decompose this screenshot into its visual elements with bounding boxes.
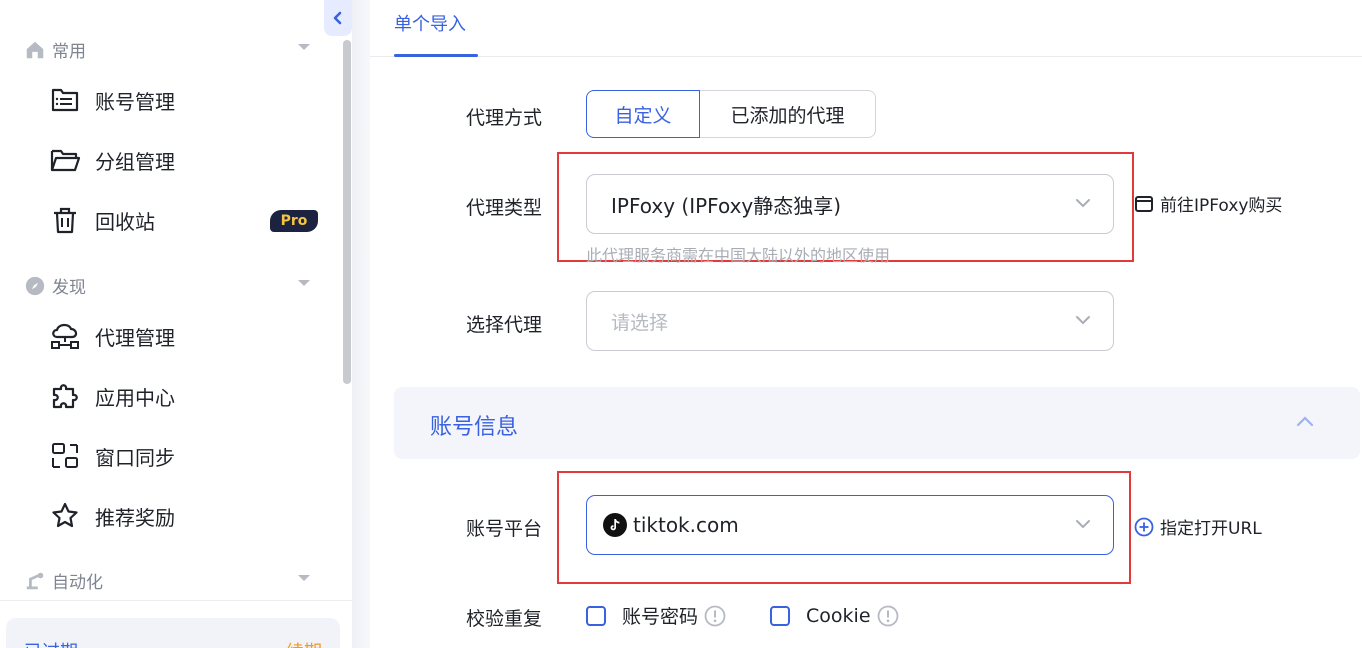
external-link-icon bbox=[1134, 195, 1154, 213]
proxy-mode-label: 代理方式 bbox=[466, 107, 543, 129]
dedupe-label: 校验重复 bbox=[466, 608, 543, 630]
platform-label: 账号平台 bbox=[466, 518, 543, 540]
collapse-sidebar-button[interactable] bbox=[324, 0, 352, 36]
caret-down-icon bbox=[298, 44, 310, 50]
sidebar-gutter bbox=[352, 0, 370, 648]
chevron-up-icon bbox=[1296, 416, 1314, 427]
proxy-type-value: IPFoxy (IPFoxy静态独享) bbox=[611, 193, 842, 218]
sidebar-item-proxy[interactable]: 代理管理 bbox=[48, 316, 322, 356]
select-proxy-label: 选择代理 bbox=[466, 314, 543, 336]
plus-circle-icon bbox=[1134, 517, 1154, 537]
platform-select[interactable]: tiktok.com bbox=[586, 495, 1114, 555]
window-sync-icon bbox=[48, 439, 82, 473]
sidebar-item-label: 推荐奖励 bbox=[95, 505, 175, 530]
proxy-type-select[interactable]: IPFoxy (IPFoxy静态独享) bbox=[586, 174, 1114, 234]
info-icon[interactable] bbox=[877, 605, 899, 627]
cookie-checkbox[interactable] bbox=[770, 605, 791, 626]
group-label: 常用 bbox=[52, 42, 86, 62]
sidebar-item-groups[interactable]: 分组管理 bbox=[48, 140, 322, 180]
info-icon[interactable] bbox=[704, 605, 726, 627]
divider bbox=[0, 600, 352, 601]
chevron-down-icon bbox=[1076, 199, 1090, 208]
sidebar: 常用 账号管理 分组管理 回收站 Pro 发现 代理管理 应用中心 窗口同步 推… bbox=[0, 0, 352, 648]
sidebar-group-automation[interactable]: 自动化 bbox=[24, 568, 314, 593]
sidebar-item-label: 账号管理 bbox=[95, 89, 175, 114]
pro-badge: Pro bbox=[270, 210, 318, 232]
proxy-type-hint: 此代理服务商需在中国大陆以外的地区使用 bbox=[586, 246, 891, 265]
subscription-status: 已过期 bbox=[24, 638, 78, 648]
subscription-card[interactable]: 已过期 续期 bbox=[6, 618, 340, 648]
buy-ipfoxy-link[interactable]: 前往IPFoxy购买 bbox=[1134, 191, 1282, 216]
sidebar-item-trash[interactable]: 回收站 Pro bbox=[48, 200, 322, 240]
account-info-section-header[interactable]: 账号信息 bbox=[394, 387, 1360, 459]
tab-bar: 单个导入 bbox=[370, 0, 1362, 57]
sidebar-scrollbar[interactable] bbox=[343, 40, 351, 384]
select-proxy-dropdown[interactable]: 请选择 bbox=[586, 291, 1114, 351]
proxy-mode-segmented: 自定义 已添加的代理 bbox=[586, 90, 876, 138]
sidebar-item-label: 代理管理 bbox=[95, 325, 175, 350]
group-label: 自动化 bbox=[52, 573, 103, 593]
sidebar-item-window-sync[interactable]: 窗口同步 bbox=[48, 436, 322, 476]
sidebar-item-label: 窗口同步 bbox=[95, 445, 175, 470]
group-label: 发现 bbox=[52, 278, 86, 298]
app-root: 常用 账号管理 分组管理 回收站 Pro 发现 代理管理 应用中心 窗口同步 推… bbox=[0, 0, 1362, 648]
account-password-checkbox[interactable] bbox=[586, 605, 606, 626]
buy-ipfoxy-label: 前往IPFoxy购买 bbox=[1160, 196, 1283, 216]
tab-single-import[interactable]: 单个导入 bbox=[394, 10, 466, 36]
proxy-mode-custom-button[interactable]: 自定义 bbox=[586, 90, 700, 138]
select-proxy-placeholder: 请选择 bbox=[611, 311, 669, 334]
specify-url-link[interactable]: 指定打开URL bbox=[1134, 514, 1262, 539]
account-list-icon bbox=[48, 83, 82, 117]
platform-value: tiktok.com bbox=[633, 513, 739, 537]
caret-down-icon bbox=[298, 575, 310, 581]
chevron-down-icon bbox=[1076, 316, 1090, 325]
proxy-type-label: 代理类型 bbox=[466, 197, 543, 219]
sidebar-group-common[interactable]: 常用 bbox=[24, 37, 314, 62]
home-icon bbox=[24, 39, 46, 61]
cloud-network-icon bbox=[48, 319, 82, 353]
sidebar-item-label: 回收站 bbox=[95, 209, 155, 234]
proxy-mode-added-button[interactable]: 已添加的代理 bbox=[700, 90, 876, 138]
sidebar-item-label: 分组管理 bbox=[95, 149, 175, 174]
main-panel: 单个导入 代理方式 自定义 已添加的代理 代理类型 IPFoxy (IPFoxy… bbox=[370, 0, 1362, 648]
folder-icon bbox=[48, 143, 82, 177]
star-icon bbox=[48, 499, 82, 533]
checkbox-label: Cookie bbox=[806, 604, 871, 627]
dedupe-options: 账号密码 Cookie bbox=[586, 602, 899, 629]
trash-icon bbox=[48, 203, 82, 237]
caret-down-icon bbox=[298, 280, 310, 286]
tiktok-icon bbox=[603, 513, 627, 537]
specify-url-label: 指定打开URL bbox=[1160, 519, 1262, 539]
tab-active-indicator bbox=[394, 54, 478, 57]
puzzle-icon bbox=[48, 379, 82, 413]
sidebar-item-accounts[interactable]: 账号管理 bbox=[48, 80, 322, 120]
robot-arm-icon bbox=[24, 570, 46, 592]
section-title: 账号信息 bbox=[430, 415, 519, 440]
compass-icon bbox=[24, 275, 46, 297]
sidebar-group-discover[interactable]: 发现 bbox=[24, 273, 314, 298]
chevron-down-icon bbox=[1076, 520, 1090, 529]
sidebar-item-apps[interactable]: 应用中心 bbox=[48, 376, 322, 416]
renew-link[interactable]: 续期 bbox=[286, 638, 322, 648]
chevron-left-icon bbox=[333, 11, 342, 25]
sidebar-item-referral[interactable]: 推荐奖励 bbox=[48, 496, 322, 536]
sidebar-item-label: 应用中心 bbox=[95, 385, 175, 410]
checkbox-label: 账号密码 bbox=[622, 606, 699, 628]
